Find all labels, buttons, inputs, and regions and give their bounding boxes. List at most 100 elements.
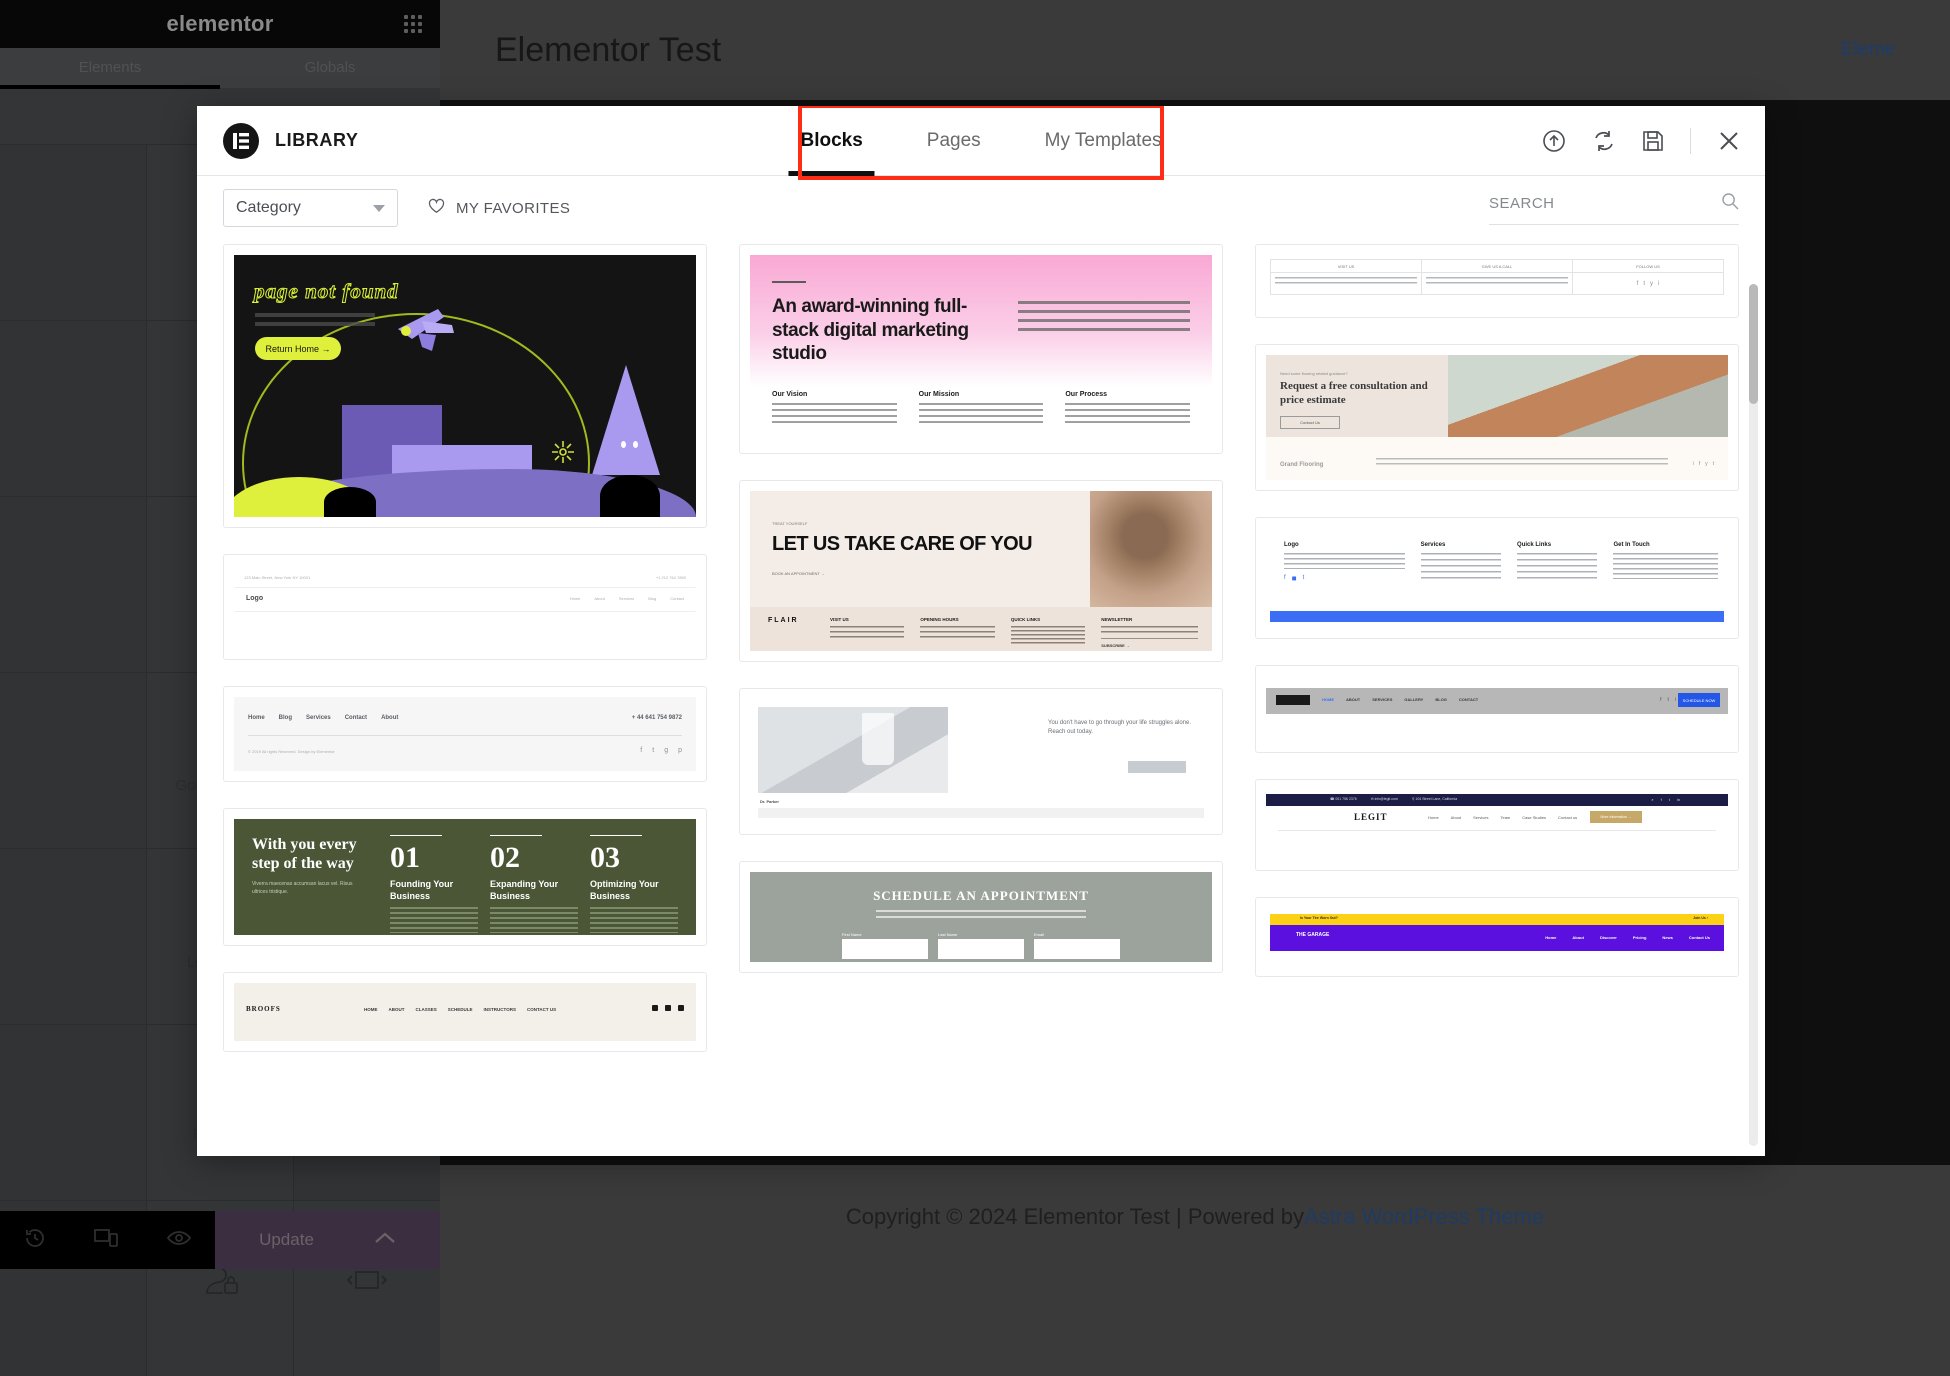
widget-cell-empty-11 (0, 1025, 146, 1200)
thumbnail-contact-table: VISIT US GIVE US A CALL FOLLOW US ftyi (1266, 255, 1728, 307)
site-menu-link[interactable]: Eleme (1841, 39, 1895, 61)
history-icon[interactable] (24, 1227, 46, 1254)
template-card-cream-nav-header[interactable]: BROOFS HOME ABOUT CLASSES SCHEDULE INSTR… (223, 972, 707, 1052)
instagram-icon: ◼ (1292, 575, 1297, 582)
thumbnail-legit-nav: ☎ 001 756 2376✉ info@legit.com⚲ 104 Stre… (1266, 790, 1728, 860)
template-grid-scroll-area[interactable]: page not found Return Home → (197, 240, 1765, 1156)
glass-object (862, 713, 894, 765)
thumb-headline: Request a free consultation and price es… (1280, 380, 1434, 408)
template-column-1: page not found Return Home → (223, 244, 707, 1052)
thumb-footer-copyright: © 2019 All rights Reserved. Design by El… (248, 749, 335, 754)
step-item: 03 Optimizing Your Business (590, 835, 678, 933)
update-label: Update (259, 1230, 314, 1250)
nav-bar: THE GARAGE Home About Discover Pricing N… (1270, 925, 1724, 951)
character-illustration (592, 365, 660, 475)
thumbnail-green-steps: With you every step of the way Viverra m… (234, 819, 696, 935)
category-filter-select[interactable]: Category (223, 189, 398, 227)
template-card-gray-nav-header[interactable]: HOME ABOUT SERVICES GALLERY BLOG CONTACT… (1255, 665, 1739, 753)
template-card-green-steps-section[interactable]: With you every step of the way Viverra m… (223, 808, 707, 946)
library-brand: LIBRARY (223, 123, 359, 159)
my-favorites-filter[interactable]: MY FAVORITES (428, 198, 570, 218)
topbar-social-icons: ⌕ftin (1651, 797, 1680, 802)
chevron-up-icon[interactable] (374, 1230, 396, 1250)
tab-globals[interactable]: Globals (220, 48, 440, 88)
nav-bar: HOME ABOUT SERVICES GALLERY BLOG CONTACT… (1266, 688, 1728, 714)
thumb-brand: LEGIT (1354, 812, 1388, 822)
footer-theme-link[interactable]: Astra WordPress Theme (1304, 1204, 1544, 1230)
announcement-cta[interactable]: Join Us › (1693, 916, 1708, 920)
facebook-icon: f (1661, 797, 1662, 802)
template-card-garage-nav-header[interactable]: Is Your Tire Worn Out? Join Us › THE GAR… (1255, 897, 1739, 977)
panel-tabs: Elements Globals (0, 48, 440, 88)
search-input[interactable] (1489, 195, 1713, 212)
search-icon: ⌕ (1651, 797, 1653, 802)
interior-photo (1448, 355, 1728, 437)
thumb-social-icons: fti (1660, 697, 1676, 703)
template-card-simple-footer-links[interactable]: Home Blog Services Contact About + 44 64… (223, 686, 707, 782)
template-card-blue-footer-columns[interactable]: Logo f◼t Services Quic (1255, 517, 1739, 639)
category-selected-value: Category (236, 199, 301, 217)
template-card-minimal-header-logo[interactable]: 123 Main Street, New York NY 10001 +1 21… (223, 554, 707, 660)
thumb-logo: Logo (246, 595, 263, 602)
thumb-footer-columns: VISIT US OPENING HOURS QUICK LINKS (830, 617, 1198, 648)
tab-my-templates[interactable]: My Templates (1013, 106, 1194, 176)
search-icon[interactable] (1721, 192, 1739, 215)
modal-scrollbar[interactable] (1749, 284, 1758, 1146)
library-modal-header: LIBRARY Blocks Pages My Templates (197, 106, 1765, 176)
youtube-icon: y (1650, 281, 1653, 287)
tab-blocks[interactable]: Blocks (768, 106, 894, 176)
save-template-icon[interactable] (1642, 130, 1664, 152)
thumb-nav: Home About Services Blog Contact (570, 596, 684, 601)
import-template-icon[interactable] (1542, 129, 1566, 153)
panel-bottom-bar: Update (0, 1211, 440, 1269)
pinterest-icon: p (678, 747, 682, 754)
step-title: Optimizing Your Business (590, 879, 678, 902)
template-card-pink-marketing-studio[interactable]: An award-winning full-stack digital mark… (739, 244, 1223, 454)
google-icon: g (664, 747, 668, 754)
tab-elements[interactable]: Elements (0, 48, 220, 88)
thumb-paragraph (1018, 301, 1190, 337)
carousel-icon (345, 1268, 389, 1292)
thumb-headline: With you every step of the way (252, 835, 372, 873)
instagram-icon: i (1658, 281, 1659, 287)
thumbnail-simple-footer: Home Blog Services Contact About + 44 64… (234, 697, 696, 771)
thumb-nav: Home About Services Team Case Studies Co… (1428, 815, 1577, 820)
responsive-mode-icon[interactable] (94, 1227, 118, 1254)
thumb-social-icons: ifyt (1693, 461, 1714, 467)
template-card-404-page-not-found[interactable]: page not found Return Home → (223, 244, 707, 528)
rock-shape-2 (600, 475, 660, 517)
close-modal-icon[interactable] (1717, 129, 1741, 153)
thumb-cta-button: SCHEDULE NOW (1678, 693, 1720, 707)
template-card-counseling-section[interactable]: You don't have to go through your life s… (739, 688, 1223, 835)
panel-tools (0, 1211, 215, 1269)
linkedin-icon: in (1677, 797, 1680, 802)
thumb-brand: THE GARAGE (1296, 933, 1329, 938)
template-card-schedule-appointment-form[interactable]: SCHEDULE AN APPOINTMENT First Name Last … (739, 861, 1223, 973)
template-card-legit-nav-header[interactable]: ☎ 001 756 2376✉ info@legit.com⚲ 104 Stre… (1255, 779, 1739, 871)
template-card-contact-info-table[interactable]: VISIT US GIVE US A CALL FOLLOW US ftyi (1255, 244, 1739, 318)
template-card-beauty-care-hero[interactable]: TREAT YOURSELF LET US TAKE CARE OF YOU B… (739, 480, 1223, 662)
thumbnail-beauty-hero: TREAT YOURSELF LET US TAKE CARE OF YOU B… (750, 491, 1212, 651)
update-button[interactable]: Update (215, 1211, 440, 1269)
preview-eye-icon[interactable] (167, 1229, 191, 1252)
search-field[interactable] (1489, 192, 1739, 225)
thumb-brand: BROOFS (246, 1005, 281, 1013)
thumb-headline: page not found (254, 279, 399, 304)
thumb-eyebrow: TREAT YOURSELF (772, 521, 807, 526)
thumb-logo (1276, 695, 1310, 705)
thumb-headline: An award-winning full-stack digital mark… (772, 295, 972, 366)
scrollbar-thumb[interactable] (1749, 284, 1758, 404)
step-number: 03 (590, 843, 678, 873)
thumbnail-minimal-header: 123 Main Street, New York NY 10001 +1 21… (234, 565, 696, 649)
character-eye-right (633, 441, 638, 448)
sync-library-icon[interactable] (1592, 129, 1616, 153)
thumb-topbar-text: 123 Main Street, New York NY 10001 (244, 575, 310, 580)
phone-icon: ☎ 001 756 2376 (1330, 797, 1357, 801)
thumb-subtext (876, 910, 1086, 922)
thumb-headline: LET US TAKE CARE OF YOU (772, 533, 1032, 556)
tab-pages[interactable]: Pages (895, 106, 1013, 176)
apps-grid-icon[interactable] (404, 15, 422, 33)
template-card-free-consultation-cta[interactable]: Need some flooring related guidance? Req… (1255, 344, 1739, 491)
character-eye-left (621, 441, 626, 448)
widget-cell-empty-1 (0, 145, 146, 320)
